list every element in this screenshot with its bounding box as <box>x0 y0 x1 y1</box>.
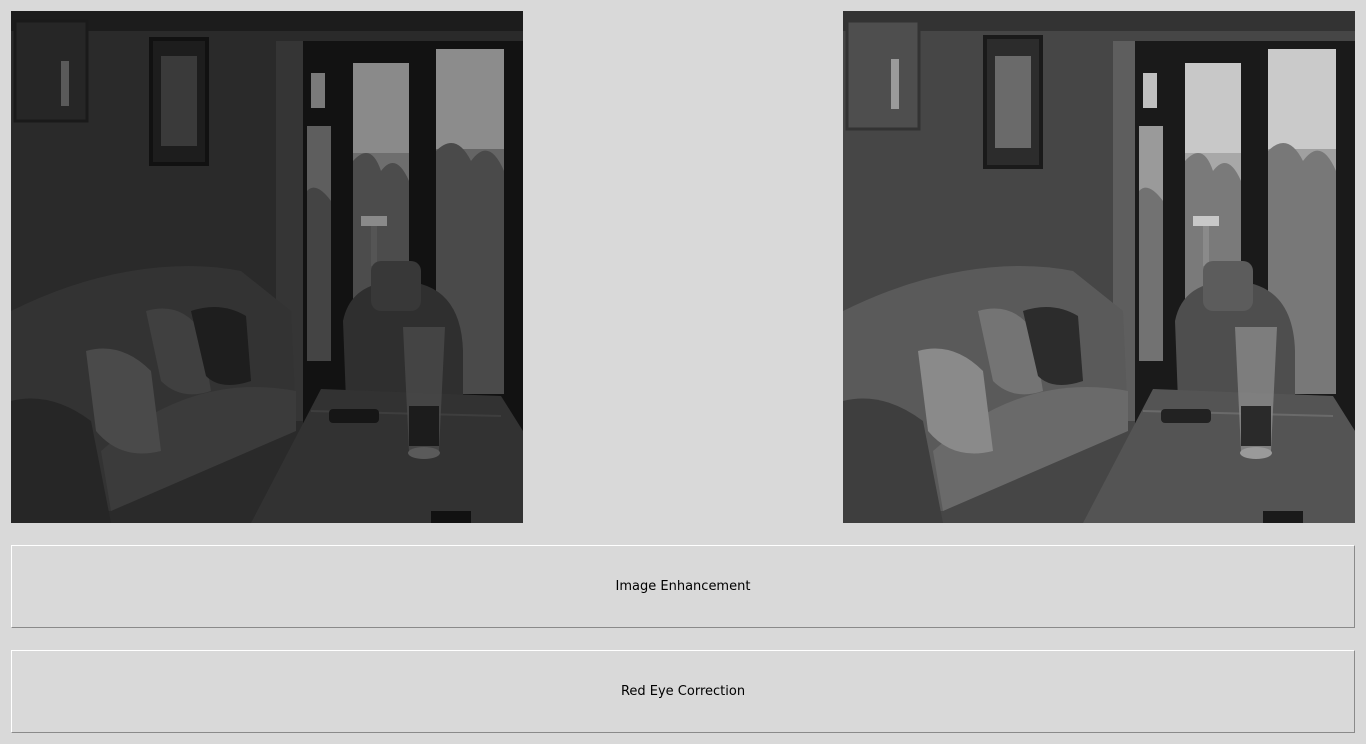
enhanced-image <box>843 11 1355 523</box>
original-image-panel <box>11 11 523 523</box>
image-enhancement-button[interactable]: Image Enhancement <box>11 545 1355 628</box>
red-eye-correction-label: Red Eye Correction <box>620 684 746 699</box>
app-window: Image Enhancement Red Eye Correction <box>0 0 1366 744</box>
image-enhancement-label: Image Enhancement <box>615 579 751 594</box>
original-image <box>11 11 523 523</box>
red-eye-correction-button[interactable]: Red Eye Correction <box>11 650 1355 733</box>
enhanced-image-panel <box>843 11 1355 523</box>
